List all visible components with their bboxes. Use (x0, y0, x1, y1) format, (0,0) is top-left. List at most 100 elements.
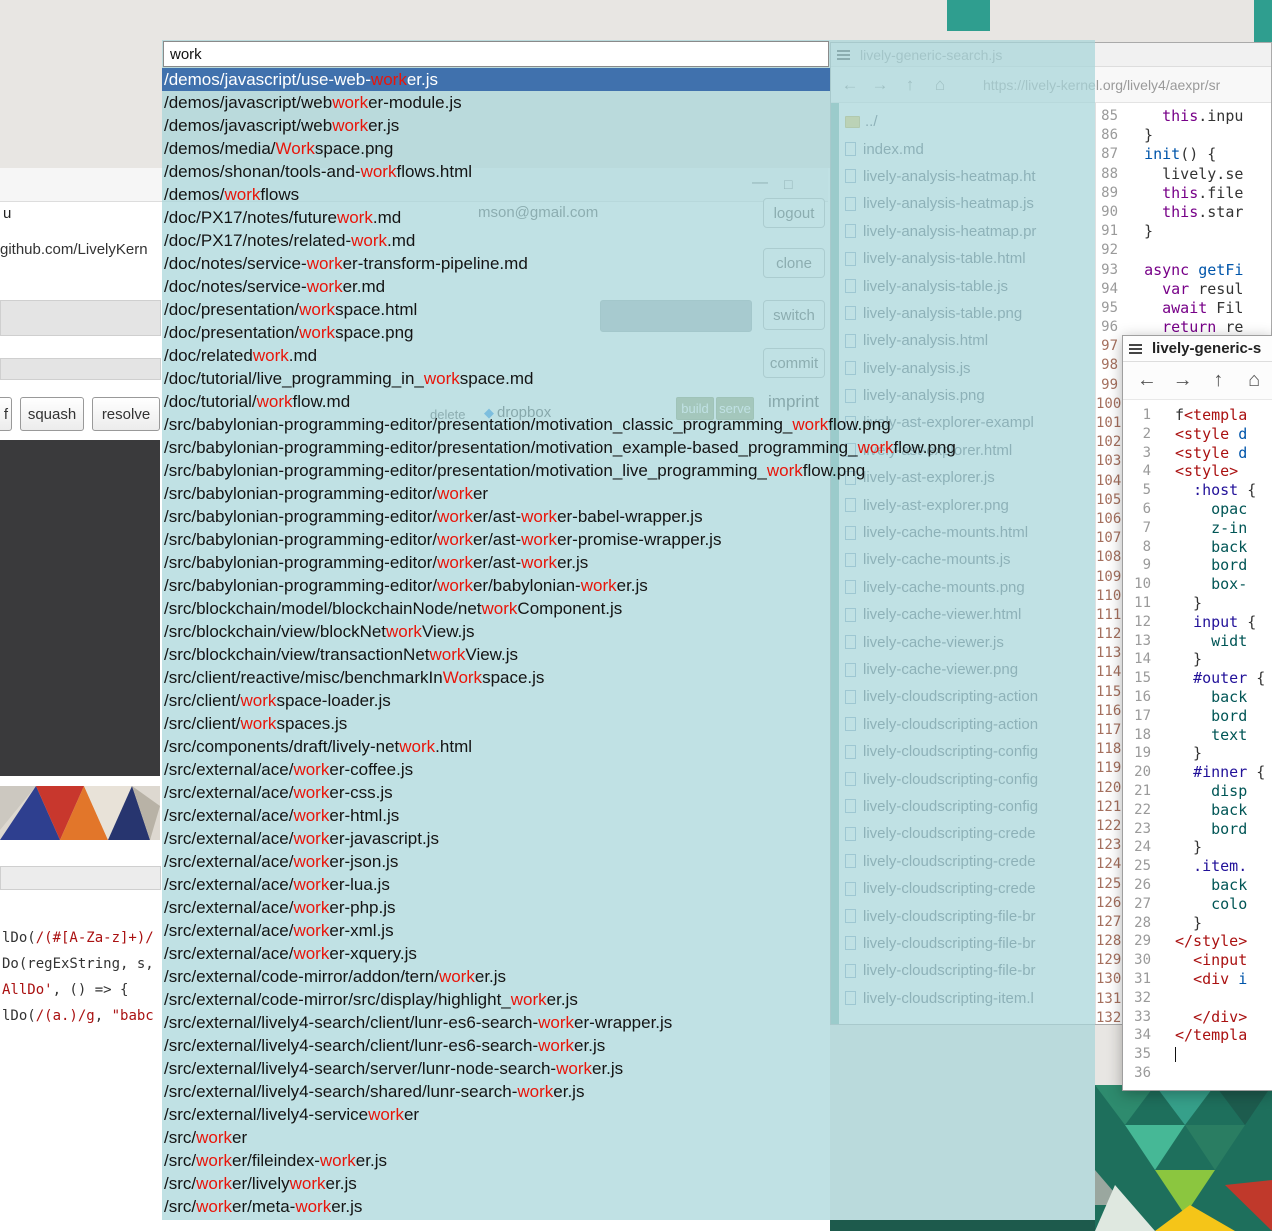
code-line[interactable]: 93 async getFi (1096, 261, 1271, 280)
code-line[interactable]: 10 box- (1123, 575, 1272, 594)
search-result-row[interactable]: /demos/javascript/webworker.js (162, 114, 830, 137)
code-line[interactable]: 23 bord (1123, 820, 1272, 839)
code-line[interactable]: 91 } (1096, 222, 1271, 241)
code-line[interactable]: 19 } (1123, 744, 1272, 763)
search-result-row[interactable]: /demos/javascript/webworker-module.js (162, 91, 830, 114)
search-result-row[interactable]: /src/babylonian-programming-editor/worke… (162, 482, 830, 505)
search-result-row[interactable]: /src/external/lively4-search/server/lunr… (162, 1057, 830, 1080)
search-result-row[interactable]: /src/worker/livelyworker.js (162, 1172, 830, 1195)
search-result-row[interactable]: /demos/javascript/use-web-worker.js (162, 68, 830, 91)
search-result-row[interactable]: /src/babylonian-programming-editor/worke… (162, 528, 830, 551)
search-result-row[interactable]: /src/external/ace/worker-lua.js (162, 873, 830, 896)
search-result-row[interactable]: /doc/PX17/notes/futurework.md (162, 206, 830, 229)
code-line[interactable]: 90 this.star (1096, 203, 1271, 222)
search-result-row[interactable]: /doc/presentation/workspace.html (162, 298, 830, 321)
search-result-row[interactable]: /doc/tutorial/live_programming_in_worksp… (162, 367, 830, 390)
code-line[interactable]: 27 colo (1123, 895, 1272, 914)
code-line[interactable]: 4<style> (1123, 462, 1272, 481)
code-line[interactable]: 89 this.file (1096, 184, 1271, 203)
search-result-row[interactable]: /src/external/code-mirror/addon/tern/wor… (162, 965, 830, 988)
code-line[interactable]: 22 back (1123, 801, 1272, 820)
resolve-button[interactable]: resolve (92, 397, 160, 431)
search-result-row[interactable]: /src/components/draft/lively-network.htm… (162, 735, 830, 758)
search-result-row[interactable]: /src/babylonian-programming-editor/prese… (162, 413, 830, 436)
code-line[interactable]: 17 bord (1123, 707, 1272, 726)
search-result-row[interactable]: /src/babylonian-programming-editor/worke… (162, 574, 830, 597)
code-line[interactable]: 28 } (1123, 914, 1272, 933)
code-line[interactable]: 31 <div i (1123, 970, 1272, 989)
search-result-row[interactable]: /src/external/ace/worker-javascript.js (162, 827, 830, 850)
code-line[interactable]: 36 (1123, 1064, 1272, 1083)
search-result-row[interactable]: /demos/workflows (162, 183, 830, 206)
search-result-row[interactable]: /src/external/ace/worker-coffee.js (162, 758, 830, 781)
code-line[interactable]: 95 await Fil (1096, 299, 1271, 318)
code-line[interactable]: 34</templa (1123, 1026, 1272, 1045)
search-result-row[interactable]: /src/worker/fileindex-worker.js (162, 1149, 830, 1172)
code-line[interactable]: 88 lively.se (1096, 165, 1271, 184)
code-line[interactable]: 35 (1123, 1045, 1272, 1064)
code-line[interactable]: 86 } (1096, 126, 1271, 145)
search-result-row[interactable]: /src/external/lively4-search/client/lunr… (162, 1011, 830, 1034)
search-result-row[interactable]: /src/external/lively4-serviceworker (162, 1103, 830, 1126)
home-button[interactable]: ⌂ (1236, 369, 1272, 392)
search-result-row[interactable]: /src/babylonian-programming-editor/prese… (162, 436, 830, 459)
search-result-row[interactable]: /src/external/lively4-search/shared/lunr… (162, 1080, 830, 1103)
search-result-row[interactable]: /doc/notes/service-worker.md (162, 275, 830, 298)
search-result-row[interactable]: /src/external/code-mirror/src/display/hi… (162, 988, 830, 1011)
search-result-row[interactable]: /src/external/ace/worker-html.js (162, 804, 830, 827)
search-result-row[interactable]: /demos/media/Workspace.png (162, 137, 830, 160)
search-result-row[interactable]: /src/blockchain/view/transactionNetworkV… (162, 643, 830, 666)
search-result-row[interactable]: /src/client/workspace-loader.js (162, 689, 830, 712)
code-line[interactable]: 11 } (1123, 594, 1272, 613)
search-result-row[interactable]: /src/external/ace/worker-xquery.js (162, 942, 830, 965)
code-line[interactable]: 94 var resul (1096, 280, 1271, 299)
search-result-row[interactable]: /doc/tutorial/workflow.md (162, 390, 830, 413)
code-line[interactable]: 13 widt (1123, 632, 1272, 651)
code-line[interactable]: 2<style d (1123, 425, 1272, 444)
search-result-row[interactable]: /demos/shonan/tools-and-workflows.html (162, 160, 830, 183)
code-line[interactable]: 12 input { (1123, 613, 1272, 632)
search-result-row[interactable]: /src/client/workspaces.js (162, 712, 830, 735)
code-line[interactable]: 92 (1096, 241, 1271, 260)
cut-off-button[interactable]: f (0, 397, 12, 431)
code-line[interactable]: 29</style> (1123, 932, 1272, 951)
code-line[interactable]: 8 back (1123, 538, 1272, 557)
search-result-row[interactable]: /src/babylonian-programming-editor/worke… (162, 551, 830, 574)
code-line[interactable]: 15 #outer { (1123, 669, 1272, 688)
input-field[interactable] (0, 358, 161, 380)
code-line[interactable]: 18 text (1123, 726, 1272, 745)
search-result-row[interactable]: /doc/relatedwork.md (162, 344, 830, 367)
search-result-row[interactable]: /src/babylonian-programming-editor/worke… (162, 505, 830, 528)
code-line[interactable]: 26 back (1123, 876, 1272, 895)
search-result-row[interactable]: /doc/presentation/workspace.png (162, 321, 830, 344)
code-editor[interactable]: 1f<templa2<style d3<style d4<style>5 :ho… (1123, 400, 1272, 1085)
code-line[interactable]: 21 disp (1123, 782, 1272, 801)
code-line[interactable]: 14 } (1123, 650, 1272, 669)
input-field[interactable] (0, 300, 161, 336)
search-result-row[interactable]: /src/worker (162, 1126, 830, 1149)
code-line[interactable]: 9 bord (1123, 556, 1272, 575)
search-result-row[interactable]: /src/external/ace/worker-php.js (162, 896, 830, 919)
code-line[interactable]: 30 <input (1123, 951, 1272, 970)
code-line[interactable]: 32 (1123, 989, 1272, 1008)
window-titlebar[interactable]: lively-generic-s (1123, 336, 1272, 362)
code-line[interactable]: 6 opac (1123, 500, 1272, 519)
search-result-row[interactable]: /src/blockchain/view/blockNetworkView.js (162, 620, 830, 643)
code-line[interactable]: 20 #inner { (1123, 763, 1272, 782)
search-result-row[interactable]: /src/external/lively4-search/client/lunr… (162, 1034, 830, 1057)
search-result-row[interactable]: /doc/notes/service-worker-transform-pipe… (162, 252, 830, 275)
code-line[interactable]: 16 back (1123, 688, 1272, 707)
search-result-row[interactable]: /doc/PX17/notes/related-work.md (162, 229, 830, 252)
code-line[interactable]: 3<style d (1123, 444, 1272, 463)
search-result-row[interactable]: /src/worker/meta-worker.js (162, 1195, 830, 1218)
search-input[interactable] (163, 41, 829, 67)
code-line[interactable]: 1f<templa (1123, 406, 1272, 425)
code-line[interactable]: 25 .item. (1123, 857, 1272, 876)
code-line[interactable]: 87 init() { (1096, 145, 1271, 164)
search-result-row[interactable]: /src/external/ace/worker-xml.js (162, 919, 830, 942)
search-result-row[interactable]: /src/blockchain/model/blockchainNode/net… (162, 597, 830, 620)
search-result-row[interactable]: /src/babylonian-programming-editor/prese… (162, 459, 830, 482)
forward-button[interactable]: → (1165, 369, 1201, 392)
search-result-row[interactable]: /src/external/ace/worker-css.js (162, 781, 830, 804)
code-line[interactable]: 33 </div> (1123, 1008, 1272, 1027)
